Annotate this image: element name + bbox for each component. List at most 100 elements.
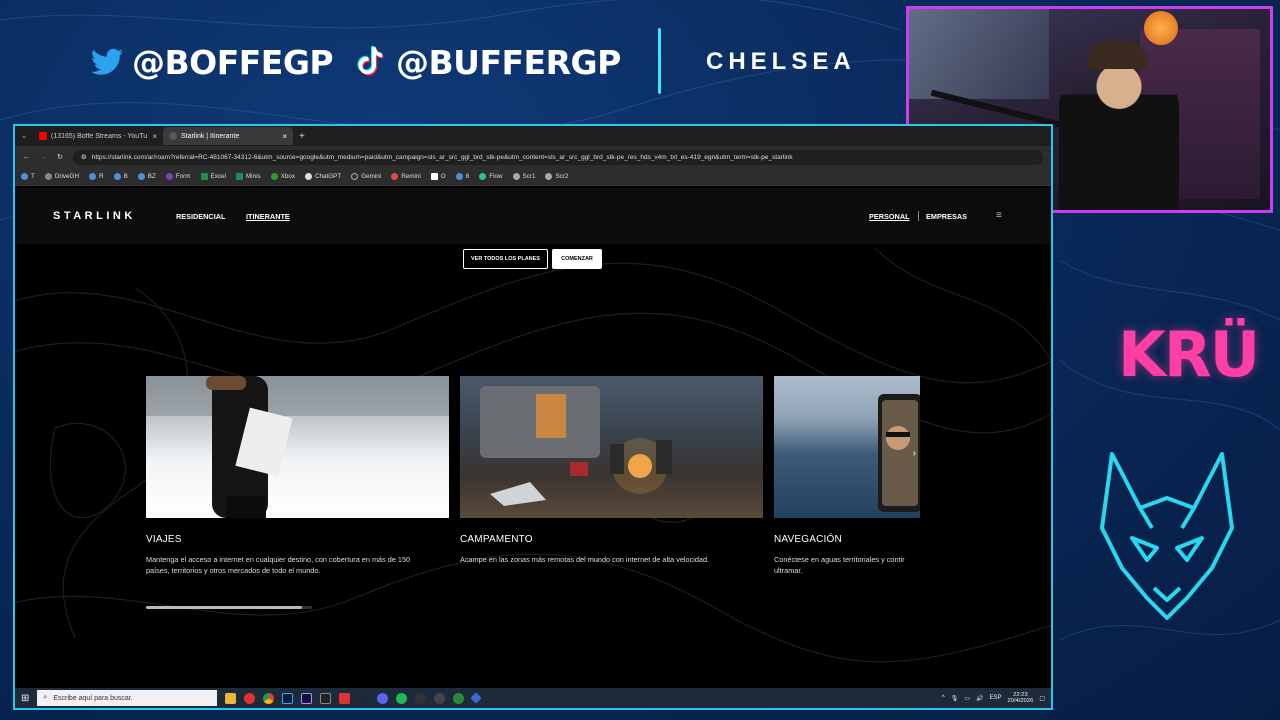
new-tab-button[interactable]: + [293, 131, 311, 142]
nav-personal[interactable]: PERSONAL [869, 212, 910, 221]
bookmark-item[interactable]: 8 [455, 173, 469, 180]
taskbar-search[interactable]: ⌕ Escribe aquí para buscar. [37, 690, 218, 706]
card-title: VIAJES [146, 534, 182, 545]
app-icon[interactable] [434, 692, 446, 704]
webcam-tiger-sign [1144, 11, 1178, 45]
bookmark-icon [165, 173, 173, 180]
bookmark-item[interactable]: ChatGPT [304, 173, 341, 180]
tiktok-handle-text: @BUFFERGP [396, 42, 621, 82]
nav-residencial[interactable]: RESIDENCIAL [176, 212, 225, 221]
bookmark-item[interactable]: Xbox [270, 173, 295, 180]
file-explorer-icon[interactable] [225, 692, 237, 704]
kru-logo: KRÜ [1118, 318, 1260, 391]
nav-empresas[interactable]: EMPRESAS [926, 212, 967, 221]
bookmark-item[interactable]: O [430, 173, 446, 180]
volume-icon[interactable]: 🔊 [976, 695, 983, 702]
app-icon[interactable] [415, 692, 427, 704]
bookmark-item[interactable]: DriveGH [44, 173, 79, 180]
header-divider [658, 28, 661, 94]
windows-start-icon[interactable]: ⊞ [21, 693, 29, 704]
app-icon[interactable] [320, 692, 332, 704]
tiktok-icon [354, 45, 388, 79]
team-label: CHELSEA [706, 48, 856, 75]
card-campamento[interactable]: CAMPAMENTO Acampe en las zonas más remot… [460, 376, 763, 566]
photoshop-icon[interactable] [282, 692, 294, 704]
menu-icon[interactable]: ≡ [996, 210, 1002, 221]
language-indicator[interactable]: ESP [990, 695, 1002, 701]
bookmark-item[interactable]: Form [165, 173, 191, 180]
tab-title: Starlink | Itinerante [181, 132, 240, 140]
card-text: Conéctese en aguas territoriales y conti… [774, 555, 905, 575]
travel-image [146, 376, 449, 518]
card-text: Mantenga el acceso a internet en cualqui… [146, 555, 411, 575]
bookmark-icon [455, 173, 463, 180]
bookmark-icon [235, 173, 243, 180]
starlink-logo[interactable]: STARLINK [53, 210, 136, 222]
notification-icon[interactable]: ▢ [1039, 695, 1045, 702]
bookmark-item[interactable]: Scr1 [512, 173, 535, 180]
twitter-handle: @BOFFEGP [90, 40, 334, 84]
app-icon[interactable] [453, 692, 465, 704]
start-button[interactable]: COMENZAR [552, 249, 602, 269]
bookmark-item[interactable]: BZ [137, 173, 156, 180]
tab-list-chevron-icon[interactable]: ⌄ [15, 132, 33, 140]
site-navbar: STARLINK RESIDENCIAL ITINERANTE PERSONAL… [15, 188, 1051, 244]
app-icon[interactable] [470, 692, 483, 704]
bookmark-item[interactable]: Gemini [351, 173, 381, 180]
browser-tab-bar: ⌄ (13165) Boffe Streams - YouTube × Star… [15, 126, 1051, 146]
bookmarks-bar: T DriveGH R B BZ Form Excel Minis Xbox C… [15, 168, 1051, 186]
webcam-streamer-hair [1086, 41, 1148, 69]
clock[interactable]: 22:23 20/4/2026 [1008, 692, 1034, 705]
back-icon[interactable]: ← [23, 154, 30, 161]
microphone-icon[interactable]: 🎙 [951, 695, 959, 702]
bookmark-item[interactable]: Flow [479, 173, 503, 180]
bookmark-icon [351, 173, 359, 180]
tiktok-handle: @BUFFERGP [354, 40, 621, 84]
close-tab-icon[interactable]: × [152, 132, 157, 141]
steam-icon[interactable] [358, 692, 370, 704]
webcam-background-window [909, 9, 1049, 99]
search-placeholder: Escribe aquí para buscar. [53, 694, 133, 702]
reload-icon[interactable]: ↻ [57, 153, 63, 161]
tray-chevron-icon[interactable]: ^ [942, 695, 945, 701]
app-icon[interactable] [339, 692, 351, 704]
bookmark-item[interactable]: Minis [235, 173, 261, 180]
boating-image-art [878, 394, 920, 512]
bookmark-item[interactable]: Scr2 [545, 173, 568, 180]
network-icon[interactable]: ▭ [964, 695, 970, 702]
chrome-icon[interactable] [263, 692, 275, 704]
forward-icon[interactable]: → [40, 154, 47, 161]
search-icon: ⌕ [43, 694, 48, 701]
starlink-icon [169, 132, 177, 140]
bookmark-item[interactable]: Excel [200, 173, 226, 180]
bookmark-icon [430, 173, 438, 180]
carousel-next-icon[interactable]: › [913, 448, 916, 459]
screen-share: ⌄ (13165) Boffe Streams - YouTube × Star… [13, 124, 1053, 710]
premiere-icon[interactable] [301, 692, 313, 704]
tab-youtube[interactable]: (13165) Boffe Streams - YouTube × [33, 127, 163, 145]
spotify-icon[interactable] [396, 692, 408, 704]
card-viajes[interactable]: VIAJES Mantenga el acceso a internet en … [146, 376, 449, 577]
bookmark-icon [545, 173, 553, 180]
carousel-progress-fill [146, 606, 303, 609]
card-navegacion[interactable]: › NAVEGACIÓN Conéctese en aguas territor… [774, 376, 920, 577]
tab-starlink[interactable]: Starlink | Itinerante × [163, 127, 293, 145]
app-icon[interactable] [244, 692, 256, 704]
bookmark-item[interactable]: Remini [391, 173, 421, 180]
discord-icon[interactable] [377, 692, 389, 704]
bookmark-icon [89, 173, 96, 180]
bookmark-item[interactable]: T [21, 173, 35, 180]
close-tab-icon[interactable]: × [282, 132, 287, 141]
site-info-icon[interactable]: ⚙ [81, 153, 87, 161]
system-tray: ^ 🎙 ▭ 🔊 ESP 22:23 20/4/2026 ▢ [942, 692, 1045, 705]
url-text: https://starlink.com/ar/roam?referral=RC… [91, 153, 793, 161]
nav-itinerante[interactable]: ITINERANTE [246, 212, 290, 221]
all-plans-button[interactable]: VER TODOS LOS PLANES [463, 249, 548, 269]
url-field[interactable]: ⚙ https://starlink.com/ar/roam?referral=… [72, 149, 1043, 165]
webcam-streamer [1059, 49, 1179, 210]
bookmark-item[interactable]: R [89, 173, 104, 180]
carousel-progress[interactable] [146, 606, 312, 609]
bookmark-item[interactable]: B [113, 173, 128, 180]
clock-date: 20/4/2026 [1007, 698, 1034, 704]
windows-taskbar: ⊞ ⌕ Escribe aquí para buscar. ^ 🎙 ▭ 🔊 ES… [15, 688, 1051, 708]
